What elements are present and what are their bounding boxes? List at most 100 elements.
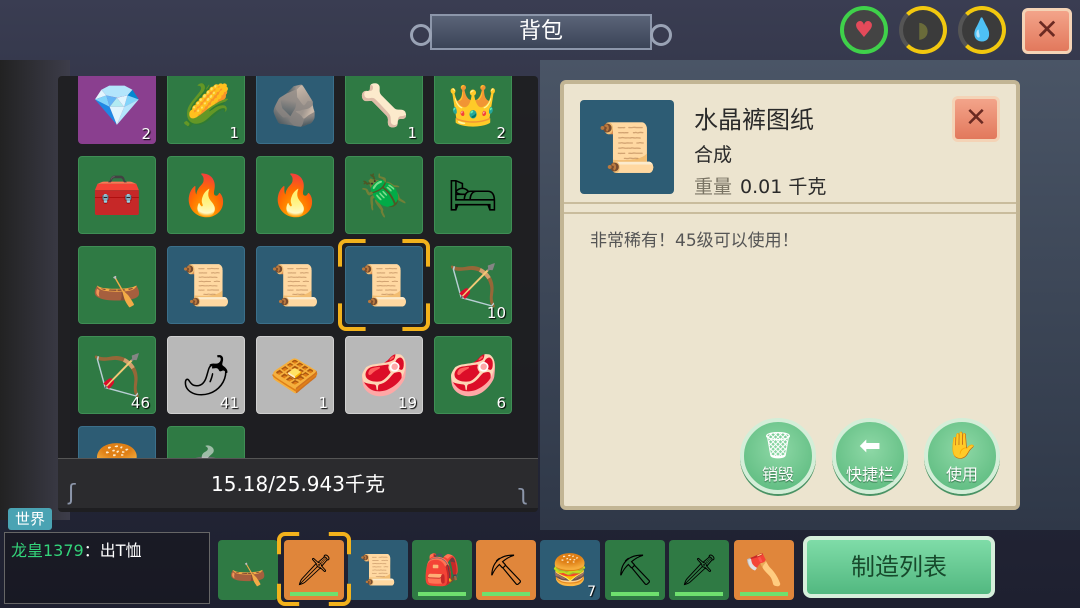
inventory-slot[interactable]: 👑 2	[434, 76, 512, 144]
quickbar-button[interactable]: ⬅ 快捷栏	[832, 418, 908, 494]
chat-channel-tag[interactable]: 世界	[8, 508, 52, 530]
chat-message: ：出T恤	[83, 541, 142, 560]
item-icon: 🗡	[679, 552, 719, 588]
item-icon: 🥩	[448, 352, 498, 399]
selected-slot-frame	[338, 239, 430, 331]
arrow-left-icon: ⬅	[859, 431, 881, 461]
inventory-slot[interactable]: 🔥	[167, 156, 245, 234]
inventory-slot[interactable]: 🌶 41	[167, 336, 245, 414]
weight-bar: ʃ 15.18/25.943千克 ʅ	[58, 458, 538, 508]
inventory-slot[interactable]: 💎 2	[78, 76, 156, 144]
chat-box[interactable]: 龙皇1379：出T恤	[4, 532, 210, 604]
item-icon: 🪲	[359, 172, 409, 219]
item-description: 非常稀有！45级可以使用！	[590, 231, 799, 251]
inventory-slot[interactable]: 🧰	[78, 156, 156, 234]
durability-bar	[675, 592, 723, 596]
inventory-slot[interactable]: 🪨	[256, 76, 334, 144]
food-icon: ◗	[917, 17, 929, 43]
hotbar-selection-frame	[277, 532, 351, 606]
item-icon: 🔥	[270, 172, 320, 219]
inventory-slot[interactable]: 🏹 46	[78, 336, 156, 414]
hotbar-slot[interactable]: 📜	[348, 540, 408, 600]
trash-icon: 🗑	[761, 431, 795, 461]
divider	[564, 212, 1016, 214]
durability-bar	[740, 592, 788, 596]
durability-bar	[418, 592, 466, 596]
inventory-panel: 💎2🌽1🪨🦴1👑2🧰🔥🔥🪲🛏🛶📜📜📜🏹10🏹46🌶41🧇1🥩19🥩6🍔🍲	[58, 76, 538, 512]
heart-icon: ♥	[854, 17, 874, 43]
item-icon: ⛏	[486, 552, 526, 588]
thirst-status: 💧	[958, 6, 1006, 54]
item-icon: 🪨	[270, 82, 320, 129]
inventory-slot[interactable]: 📜	[256, 246, 334, 324]
hotbar-slot[interactable]: 🪓	[734, 540, 794, 600]
blueprint-icon: 📜	[580, 100, 674, 194]
use-button[interactable]: ✋ 使用	[924, 418, 1000, 494]
inventory-slot[interactable]: 🌽 1	[167, 76, 245, 144]
item-icon: 📜	[270, 262, 320, 309]
weight-value: 0.01 千克	[740, 176, 827, 198]
item-icon: 🛶	[92, 262, 142, 309]
inventory-slot[interactable]: 🔥	[256, 156, 334, 234]
inventory-slot[interactable]: 🏹 10	[434, 246, 512, 324]
item-count: 1	[318, 394, 328, 412]
detail-header: 📜 水晶裤图纸 合成 重量 0.01 千克 ✕	[564, 84, 1016, 204]
item-icon: 🌽	[181, 82, 231, 129]
item-count: 2	[496, 124, 506, 142]
item-icon: 🥩	[359, 352, 409, 399]
item-count: 10	[486, 304, 506, 322]
hotbar-slot[interactable]: 🎒	[412, 540, 472, 600]
item-icon: 👑	[448, 82, 498, 129]
item-count: 41	[219, 394, 239, 412]
hunger-status: ◗	[899, 6, 947, 54]
inventory-slot[interactable]: 🛶	[78, 246, 156, 324]
item-icon: 🛶	[229, 552, 267, 588]
inventory-slot[interactable]: 🥩 6	[434, 336, 512, 414]
hotbar-slot[interactable]: 🛶	[218, 540, 278, 600]
destroy-label: 销毁	[761, 465, 794, 484]
durability-bar	[611, 592, 659, 596]
water-icon: 💧	[968, 17, 996, 43]
hotbar-slot[interactable]: 🍔 7	[540, 540, 600, 600]
item-icon: 🏹	[92, 352, 142, 399]
item-icon: 📜	[181, 262, 231, 309]
item-icon: 🪓	[745, 552, 783, 588]
item-icon: 🍔	[551, 552, 589, 588]
weight-label: 重量	[694, 176, 733, 198]
hotbar-slot[interactable]: 🗡	[669, 540, 729, 600]
weight-text: 15.18/25.943千克	[211, 472, 385, 496]
item-icon: 🏹	[448, 262, 498, 309]
health-status: ♥	[840, 6, 888, 54]
item-icon: 📜	[359, 552, 397, 588]
inventory-slot[interactable]: 🧇 1	[256, 336, 334, 414]
item-count: 1	[229, 124, 239, 142]
inventory-slot[interactable]: 📜	[167, 246, 245, 324]
item-detail-panel: 📜 水晶裤图纸 合成 重量 0.01 千克 ✕ 非常稀有！45级可以使用！ 🗑 销…	[560, 80, 1020, 510]
item-icon: 🔥	[181, 172, 231, 219]
inventory-slot[interactable]: 🥩 19	[345, 336, 423, 414]
inventory-slot[interactable]: 🛏	[434, 156, 512, 234]
chat-user: 龙皇1379	[11, 541, 84, 560]
hotbar-slot[interactable]: ⛏	[605, 540, 665, 600]
hand-icon: ✋	[945, 431, 979, 461]
item-category: 合成	[694, 144, 733, 166]
ornament-icon: ʃ	[68, 481, 76, 506]
item-count: 1	[407, 124, 417, 142]
craft-list-button[interactable]: 制造列表	[803, 536, 995, 598]
item-count: 2	[141, 125, 151, 143]
durability-bar	[482, 592, 530, 596]
close-button[interactable]: ✕	[1022, 8, 1072, 54]
item-icon: 🧇	[270, 352, 320, 399]
item-count: 7	[587, 584, 596, 600]
hotbar-slot[interactable]: ⛏	[476, 540, 536, 600]
inventory-slot[interactable]: 🪲	[345, 156, 423, 234]
item-count: 19	[397, 394, 417, 412]
use-label: 使用	[945, 465, 978, 484]
inventory-slot[interactable]: 🦴 1	[345, 76, 423, 144]
item-icon: 🛏	[447, 172, 499, 219]
destroy-button[interactable]: 🗑 销毁	[740, 418, 816, 494]
item-icon: 💎	[92, 82, 142, 129]
page-title: 背包	[410, 14, 672, 50]
close-detail-button[interactable]: ✕	[952, 96, 1000, 142]
item-weight: 重量 0.01 千克	[694, 172, 826, 199]
